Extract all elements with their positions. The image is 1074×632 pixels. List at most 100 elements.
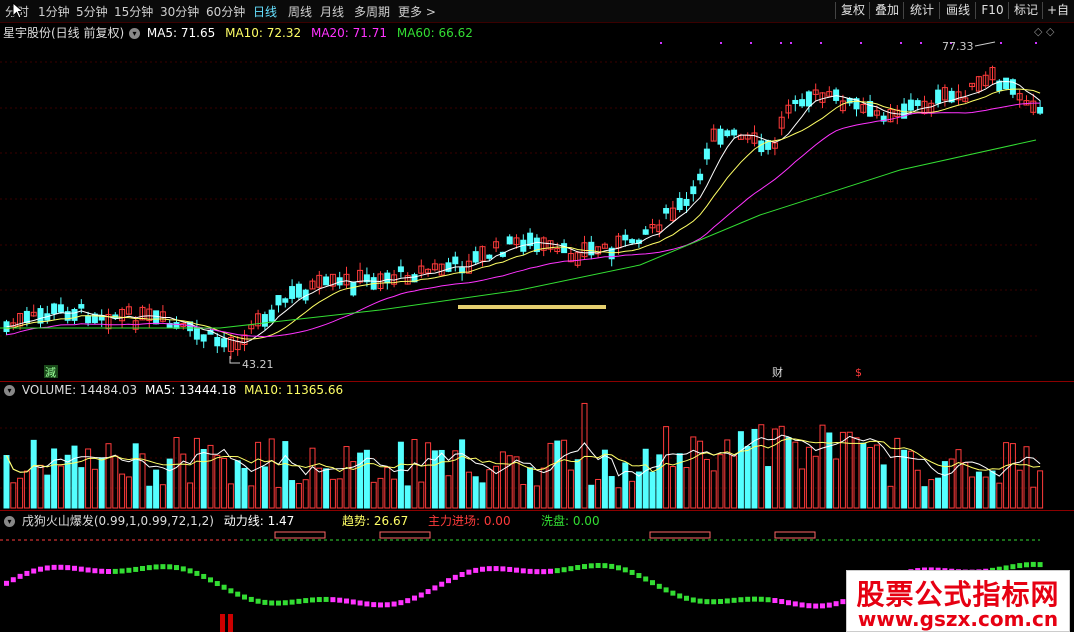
indicator-step xyxy=(459,571,465,577)
indicator-step xyxy=(371,602,377,608)
volume-info-row: ▾ VOLUME: 14484.03 MA5: 13444.18 MA10: 1… xyxy=(3,383,343,397)
volume-bar xyxy=(445,475,452,509)
tab-5min[interactable]: 5分钟 xyxy=(76,3,108,20)
indicator-step xyxy=(724,598,730,604)
indicator-info-row: ▾ 戌狗火山爆发(0.99,1,0.99,72,1,2) 动力线: 1.47 xyxy=(3,512,294,529)
main-info-row: 星宇股份(日线 前复权) ▾ MA5: 71.65 MA10: 72.32 MA… xyxy=(3,24,473,41)
indicator-step xyxy=(772,598,778,604)
tab-1min[interactable]: 1分钟 xyxy=(38,3,70,20)
indicator-step xyxy=(616,565,621,571)
volume-bar xyxy=(812,455,819,509)
indicator-step xyxy=(779,599,785,605)
marker-reduce: 減 xyxy=(45,365,56,379)
volume-bar xyxy=(703,458,710,509)
indicator-step xyxy=(112,568,118,574)
volume-bar xyxy=(499,451,506,509)
volume-bar xyxy=(1030,486,1037,509)
volume-bar xyxy=(989,470,996,509)
indicator-step xyxy=(758,596,764,602)
volume-bar xyxy=(649,471,656,509)
ma10-line xyxy=(6,88,1041,340)
indicator-step xyxy=(248,596,254,602)
volume-bar xyxy=(574,459,581,509)
indicator-step xyxy=(1024,562,1029,568)
tab-multi-period[interactable]: 多周期 xyxy=(354,3,390,20)
indicator-step xyxy=(160,564,166,570)
volume-bar xyxy=(248,485,255,509)
volume-bar xyxy=(37,464,44,509)
volume-bar xyxy=(119,473,126,509)
volume-bar xyxy=(125,476,132,509)
chevron-down-icon[interactable]: ▾ xyxy=(4,385,15,396)
ma60-value: MA60: 66.62 xyxy=(396,26,473,40)
diamond-icons[interactable]: ◇ ◇ xyxy=(1034,25,1054,38)
tab-daily[interactable]: 日线 xyxy=(253,3,277,20)
indicator-step xyxy=(813,603,819,609)
volume-bar xyxy=(295,483,302,509)
signal-box xyxy=(274,531,326,539)
statistics-button[interactable]: 统计 xyxy=(903,2,940,19)
candle-body xyxy=(295,283,302,298)
indicator-step xyxy=(350,599,356,605)
indicator-step xyxy=(452,574,458,580)
volume-bar xyxy=(166,458,173,509)
volume-bar xyxy=(357,452,364,509)
indicator-step xyxy=(446,578,451,584)
indicator-step xyxy=(85,567,91,573)
volume-bar xyxy=(1037,470,1044,509)
tab-60min[interactable]: 60分钟 xyxy=(206,3,245,20)
chevron-down-icon[interactable]: ▾ xyxy=(4,516,15,527)
signal-box xyxy=(649,531,711,539)
tab-15min[interactable]: 15分钟 xyxy=(114,3,153,20)
draw-line-button[interactable]: 画线 xyxy=(939,2,976,19)
volume-bar xyxy=(853,437,860,509)
ma10-value: MA10: 72.32 xyxy=(225,26,302,40)
overlay-button[interactable]: 叠加 xyxy=(869,2,904,19)
candle-body xyxy=(78,304,85,309)
indicator-step xyxy=(670,590,676,596)
indicator-step xyxy=(72,565,77,571)
indicator-step xyxy=(208,577,213,583)
indicator-step xyxy=(167,564,173,570)
indicator-step xyxy=(622,567,628,573)
signal-dot xyxy=(820,42,822,44)
volume-bar xyxy=(23,470,30,509)
candle-body xyxy=(663,208,670,214)
candle-body xyxy=(23,310,30,324)
volume-bar xyxy=(377,477,384,509)
pane-divider xyxy=(0,381,1074,382)
volume-bar xyxy=(969,476,976,509)
f10-button[interactable]: F10 xyxy=(975,2,1009,19)
rights-adjust-button[interactable]: 复权 xyxy=(835,2,870,19)
volume-bar xyxy=(805,446,812,509)
volume-bar xyxy=(615,487,622,509)
volume-bar xyxy=(207,444,214,509)
volume-bar xyxy=(996,482,1003,509)
candle-body xyxy=(282,298,289,303)
tab-30min[interactable]: 30分钟 xyxy=(160,3,199,20)
indicator-step xyxy=(418,592,424,598)
indicator-step xyxy=(439,581,445,587)
tab-more[interactable]: 更多 > xyxy=(398,3,436,20)
volume-bar xyxy=(268,438,275,509)
ma20-value: MA20: 71.71 xyxy=(310,26,388,40)
volume-bar xyxy=(819,424,826,509)
indicator-step xyxy=(44,565,50,571)
chevron-down-icon[interactable]: ▾ xyxy=(129,28,141,39)
volume-bar xyxy=(547,442,554,509)
indicator-step xyxy=(330,597,336,603)
volume-bar xyxy=(438,449,445,509)
mark-button[interactable]: 标记 xyxy=(1008,2,1043,19)
tab-monthly[interactable]: 月线 xyxy=(320,3,344,20)
candle-body xyxy=(1003,77,1010,90)
volume-bar xyxy=(785,437,792,509)
candle-body xyxy=(261,314,268,327)
volume-bar xyxy=(187,482,194,509)
tab-weekly[interactable]: 周线 xyxy=(288,3,312,20)
indicator-step xyxy=(765,597,771,603)
volume-ma10-value: MA10: 11365.66 xyxy=(244,383,344,397)
add-custom-button[interactable]: +自 xyxy=(1042,2,1073,19)
volume-bar xyxy=(669,466,676,509)
volume-bar xyxy=(513,456,520,509)
volume-bar xyxy=(975,471,982,509)
